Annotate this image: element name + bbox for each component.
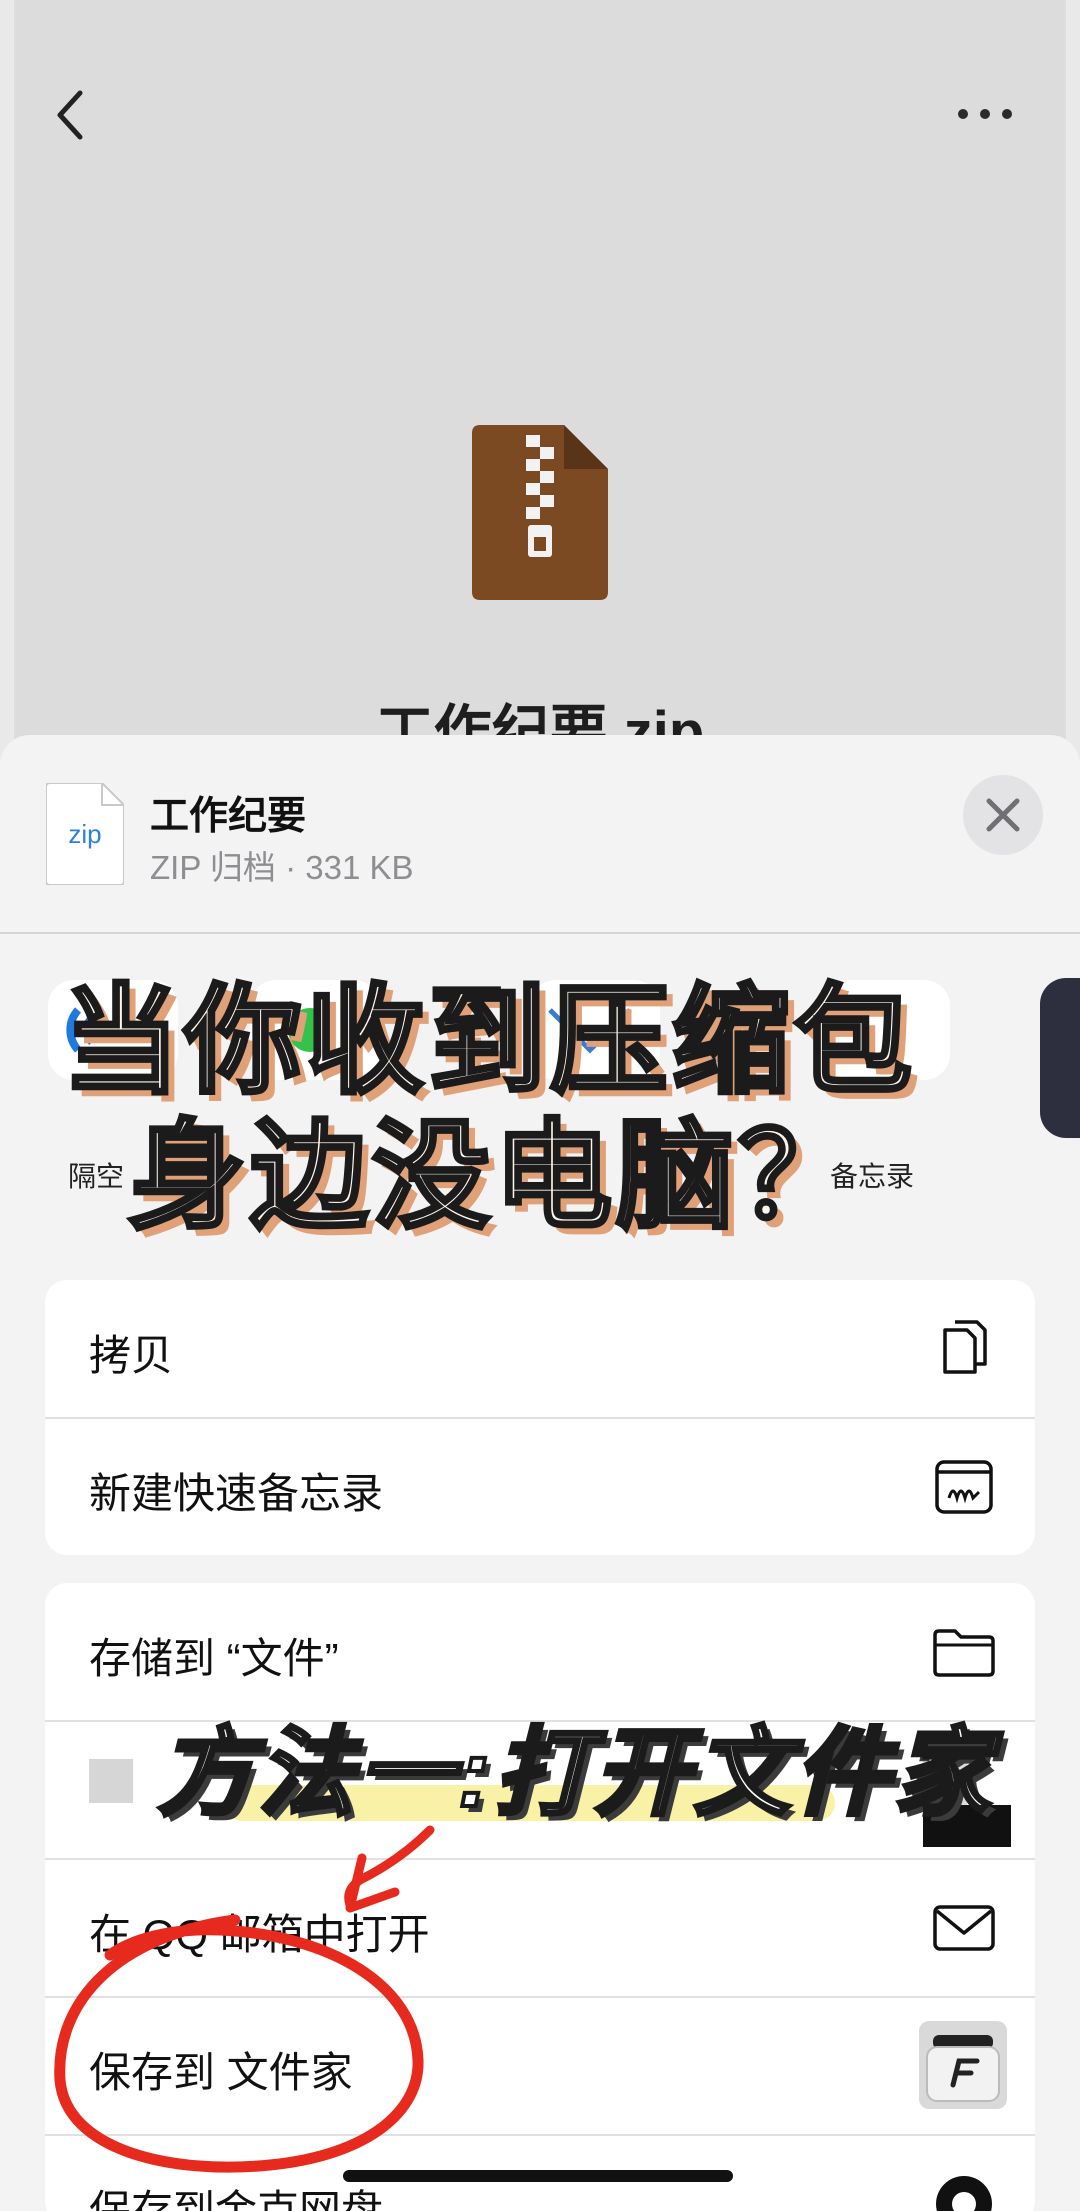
home-indicator: [343, 2170, 733, 2182]
red-annotation-overlay: [54, 1825, 435, 2173]
annotation-circle: [54, 1914, 424, 2173]
